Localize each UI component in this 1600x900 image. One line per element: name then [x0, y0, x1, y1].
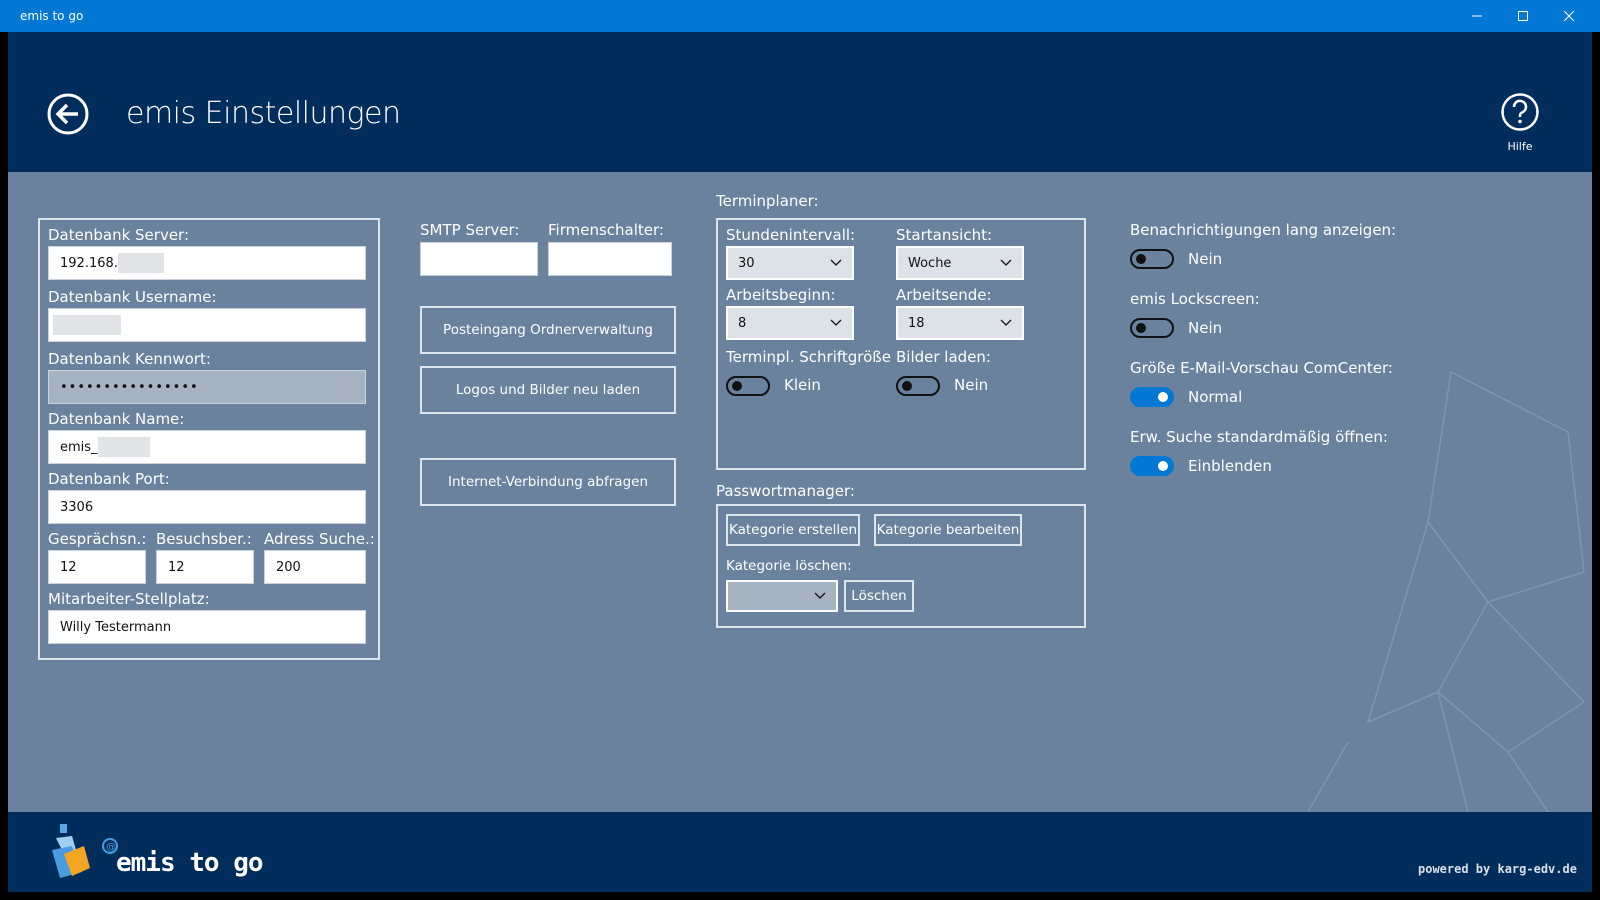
maximize-button[interactable] — [1500, 0, 1546, 32]
startansicht-value: Woche — [908, 255, 952, 271]
arbeitsende-label: Arbeitsende: — [896, 286, 992, 304]
footer-brand: emis to go — [116, 848, 264, 878]
startansicht-label: Startansicht: — [896, 226, 993, 244]
besuchsber-input[interactable]: 12 — [156, 550, 254, 584]
window-title: emis to go — [20, 9, 84, 23]
svg-text:@: @ — [106, 842, 116, 853]
lockscreen-toggle[interactable] — [1130, 318, 1174, 338]
smtp-input[interactable] — [420, 242, 538, 276]
db-port-input[interactable]: 3306 — [48, 490, 366, 524]
close-button[interactable] — [1546, 0, 1592, 32]
firmenschalter-label: Firmenschalter: — [548, 221, 664, 239]
schriftgroesse-toggle[interactable] — [726, 376, 770, 396]
loeschen-button[interactable]: Löschen — [844, 580, 914, 612]
page-header: emis Einstellungen Hilfe — [8, 32, 1592, 172]
vorschau-toggle[interactable] — [1130, 387, 1174, 407]
bilder-laden-toggle[interactable] — [896, 376, 940, 396]
benachrichtigungen-toggle[interactable] — [1130, 249, 1174, 269]
close-icon — [1564, 11, 1574, 21]
internet-check-button[interactable]: Internet-Verbindung abfragen — [420, 458, 676, 506]
minimize-icon — [1472, 15, 1482, 17]
title-bar: emis to go — [0, 0, 1600, 32]
lockscreen-label: emis Lockscreen: — [1130, 290, 1260, 308]
kategorie-loeschen-select[interactable] — [726, 580, 838, 612]
bilder-laden-label: Bilder laden: — [896, 348, 991, 366]
besuchsber-label: Besuchsber.: — [156, 530, 252, 548]
terminplaner-heading: Terminplaner: — [716, 192, 819, 210]
arbeitsbeginn-select[interactable]: 8 — [726, 306, 854, 340]
db-username-label: Datenbank Username: — [48, 288, 217, 306]
footer: @ emis to go powered by karg-edv.de — [8, 812, 1592, 892]
chevron-down-icon — [814, 592, 826, 599]
vorschau-state: Normal — [1188, 388, 1243, 406]
db-server-value: 192.168. — [60, 255, 118, 271]
erw-suche-label: Erw. Suche standardmäßig öffnen: — [1130, 428, 1388, 446]
powered-by-text: powered by karg-edv.de — [1418, 862, 1577, 876]
chevron-down-icon — [1000, 319, 1012, 326]
chevron-down-icon — [830, 319, 842, 326]
gespraechsn-label: Gesprächsn.: — [48, 530, 147, 548]
db-name-input[interactable]: emis_ — [48, 430, 366, 464]
app-window: emis Einstellungen Hilfe Datenbank Serve… — [8, 32, 1592, 892]
chevron-down-icon — [1000, 259, 1012, 266]
startansicht-select[interactable]: Woche — [896, 246, 1024, 280]
bilder-laden-state: Nein — [954, 376, 989, 394]
benachrichtigungen-state: Nein — [1188, 250, 1223, 268]
help-icon[interactable] — [1500, 92, 1540, 132]
chevron-down-icon — [830, 259, 842, 266]
kategorie-bearbeiten-button[interactable]: Kategorie bearbeiten — [874, 514, 1022, 546]
db-password-input[interactable]: •••••••••••••••• — [48, 370, 366, 404]
maximize-icon — [1518, 11, 1528, 21]
back-arrow-icon[interactable] — [46, 92, 90, 136]
kategorie-erstellen-button[interactable]: Kategorie erstellen — [726, 514, 860, 546]
db-password-label: Datenbank Kennwort: — [48, 350, 211, 368]
vorschau-label: Größe E-Mail-Vorschau ComCenter: — [1130, 359, 1393, 377]
arbeitsbeginn-value: 8 — [738, 315, 747, 331]
help-label: Hilfe — [1507, 140, 1533, 153]
stundenintervall-select[interactable]: 30 — [726, 246, 854, 280]
arbeitsende-value: 18 — [908, 315, 925, 331]
benachrichtigungen-label: Benachrichtigungen lang anzeigen: — [1130, 221, 1397, 239]
adress-suche-label: Adress Suche.: — [264, 530, 375, 548]
stellplatz-input[interactable]: Willy Testermann — [48, 610, 366, 644]
stellplatz-label: Mitarbeiter-Stellplatz: — [48, 590, 210, 608]
adress-suche-input[interactable]: 200 — [264, 550, 366, 584]
logos-reload-button[interactable]: Logos und Bilder neu laden — [420, 366, 676, 414]
schriftgroesse-label: Terminpl. Schriftgröße — [726, 348, 891, 366]
arbeitsende-select[interactable]: 18 — [896, 306, 1024, 340]
lockscreen-state: Nein — [1188, 319, 1223, 337]
passwortmanager-heading: Passwortmanager: — [716, 482, 855, 500]
minimize-button[interactable] — [1454, 0, 1500, 32]
posteingang-button[interactable]: Posteingang Ordnerverwaltung — [420, 306, 676, 354]
page-title: emis Einstellungen — [126, 96, 401, 131]
firmenschalter-input[interactable] — [548, 242, 672, 276]
stundenintervall-label: Stundenintervall: — [726, 226, 856, 244]
db-name-value: emis_ — [60, 439, 98, 455]
db-server-input[interactable]: 192.168. — [48, 246, 366, 280]
kategorie-loeschen-label: Kategorie löschen: — [726, 558, 852, 574]
erw-suche-state: Einblenden — [1188, 457, 1272, 475]
db-name-label: Datenbank Name: — [48, 410, 185, 428]
db-port-label: Datenbank Port: — [48, 470, 170, 488]
emis-logo-icon: @ — [52, 824, 118, 878]
db-server-label: Datenbank Server: — [48, 226, 190, 244]
smtp-label: SMTP Server: — [420, 221, 520, 239]
gespraechsn-input[interactable]: 12 — [48, 550, 146, 584]
db-username-input[interactable] — [48, 308, 366, 342]
stundenintervall-value: 30 — [738, 255, 755, 271]
arbeitsbeginn-label: Arbeitsbeginn: — [726, 286, 836, 304]
schriftgroesse-state: Klein — [784, 376, 821, 394]
erw-suche-toggle[interactable] — [1130, 456, 1174, 476]
